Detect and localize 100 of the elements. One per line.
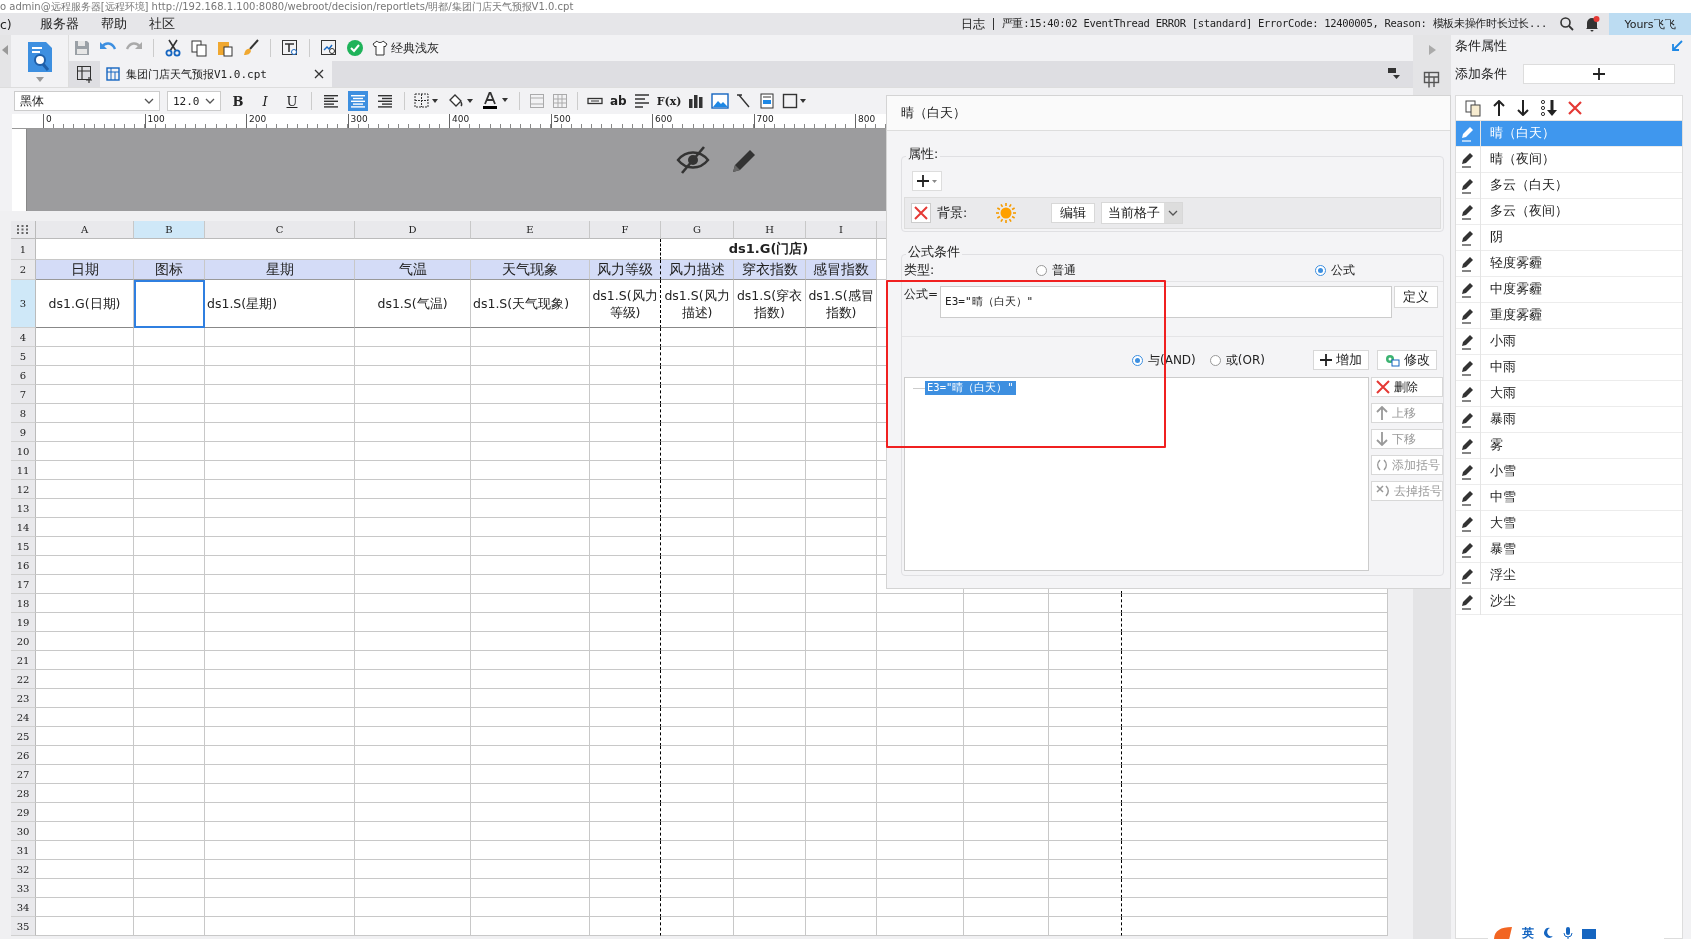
row-header[interactable]: 22 [11,670,36,689]
row-header[interactable]: 12 [11,480,36,499]
row-header[interactable]: 19 [11,613,36,632]
selected-cell[interactable] [134,280,205,328]
font-color-icon[interactable] [482,92,510,110]
log-label[interactable]: 日志 [960,15,985,33]
row-header[interactable]: 17 [11,575,36,594]
condition-item[interactable]: 大雪 [1456,511,1682,537]
row-header[interactable]: 26 [11,746,36,765]
edit-button[interactable]: 编辑 [1051,203,1095,223]
column-header[interactable]: E [471,221,590,239]
fill-bucket-icon[interactable] [447,93,475,109]
row-header[interactable]: 24 [11,708,36,727]
move-bottom-icon[interactable] [1540,99,1558,117]
row-header[interactable]: 1 [11,239,36,260]
condition-item[interactable]: 浮尘 [1456,563,1682,589]
merge-cells-icon[interactable] [529,93,545,109]
row-header[interactable]: 15 [11,537,36,556]
row-header[interactable]: 34 [11,898,36,917]
type-radio[interactable]: 普通 [1036,261,1077,279]
font-size-dropdown[interactable]: 12.0 [167,91,221,111]
condition-item[interactable]: 重度雾霾 [1456,303,1682,329]
row-header[interactable]: 9 [11,423,36,442]
menu-item[interactable]: 社区 [140,15,189,33]
formula-field[interactable]: E3="晴（白天）" [940,286,1393,318]
font-dropdown[interactable]: 黑体 [14,91,160,111]
row-header[interactable]: 30 [11,822,36,841]
arrow-up-icon[interactable] [1492,100,1506,116]
copy-icon[interactable] [1464,99,1482,117]
condition-item[interactable]: 沙尘 [1456,589,1682,615]
copy-icon[interactable] [190,39,208,57]
add-button[interactable]: 增加 [1312,350,1369,370]
row-header[interactable]: 20 [11,632,36,651]
select-all-icon[interactable] [17,225,29,234]
text-style-button[interactable]: I [255,91,275,111]
condition-item[interactable]: 雾 [1456,433,1682,459]
menu-item[interactable]: c) [0,16,32,32]
delete-icon[interactable] [1568,101,1582,115]
eye-slash-icon[interactable] [676,145,710,175]
row-header[interactable]: 10 [11,442,36,461]
close-icon[interactable] [314,69,324,79]
preview-icon[interactable] [281,39,299,57]
row-header[interactable]: 31 [11,841,36,860]
text-style-button[interactable]: B [228,91,248,111]
keyboard-icon[interactable] [1582,927,1596,939]
condition-item[interactable]: 晴（夜间） [1456,147,1682,173]
user-name[interactable]: Yours飞飞 [1609,13,1691,35]
row-header[interactable]: 29 [11,803,36,822]
row-header[interactable]: 4 [11,328,36,347]
moon-icon[interactable] [1542,927,1554,939]
row-header[interactable]: 18 [11,594,36,613]
condition-item[interactable]: 暴雪 [1456,537,1682,563]
row-header[interactable]: 27 [11,765,36,784]
column-header[interactable]: B [134,221,205,239]
collapse-corner-icon[interactable] [1671,40,1683,52]
row-header[interactable]: 35 [11,917,36,936]
text-style-button[interactable]: U [282,91,302,111]
search-icon[interactable] [1559,16,1575,32]
row-header[interactable]: 25 [11,727,36,746]
menu-item[interactable]: 帮助 [92,15,141,33]
frame-icon[interactable] [782,93,809,109]
cell-attribute-icon[interactable] [1423,71,1441,89]
border-icon[interactable] [414,93,440,109]
microphone-icon[interactable] [1562,927,1574,939]
row-header[interactable]: 28 [11,784,36,803]
condition-item[interactable]: 小雪 [1456,459,1682,485]
row-header[interactable]: 6 [11,366,36,385]
column-header[interactable]: A [36,221,134,239]
dropdown-corner-icon[interactable] [1387,67,1401,81]
theme-button[interactable]: 经典浅灰 [372,39,439,57]
row-header[interactable]: 7 [11,385,36,404]
condition-item[interactable]: 小雨 [1456,329,1682,355]
cut-icon[interactable] [164,39,182,57]
chart-search-icon[interactable] [320,39,338,57]
row-header[interactable]: 33 [11,879,36,898]
row-header[interactable]: 8 [11,404,36,423]
row-header[interactable]: 16 [11,556,36,575]
condition-item[interactable]: 多云（夜间） [1456,199,1682,225]
paragraph-icon[interactable] [633,93,650,109]
scope-dropdown[interactable]: 当前格子 [1101,202,1183,224]
condition-item[interactable]: 暴雨 [1456,407,1682,433]
row-header[interactable]: 3 [11,280,36,328]
row-header[interactable]: 32 [11,860,36,879]
column-header[interactable]: H [734,221,806,239]
list-action-button[interactable]: 删除 [1371,377,1443,397]
condition-item[interactable]: 中雪 [1456,485,1682,511]
arrow-down-icon[interactable] [1516,100,1530,116]
file-tab[interactable]: 集团门店天气预报V1.0.cpt [100,61,332,87]
ime-mode[interactable]: 英 [1522,924,1534,939]
add-property-button[interactable] [912,171,942,191]
column-header[interactable]: F [590,221,661,239]
row-header[interactable]: 21 [11,651,36,670]
condition-item[interactable]: 大雨 [1456,381,1682,407]
condition-item[interactable]: 多云（白天） [1456,173,1682,199]
new-sheet-icon[interactable] [76,65,94,83]
condition-item[interactable]: 轻度雾霾 [1456,251,1682,277]
formula-tool[interactable]: F(x) [656,94,682,108]
row-header[interactable]: 11 [11,461,36,480]
row-header[interactable]: 13 [11,499,36,518]
image-icon[interactable] [711,93,730,109]
